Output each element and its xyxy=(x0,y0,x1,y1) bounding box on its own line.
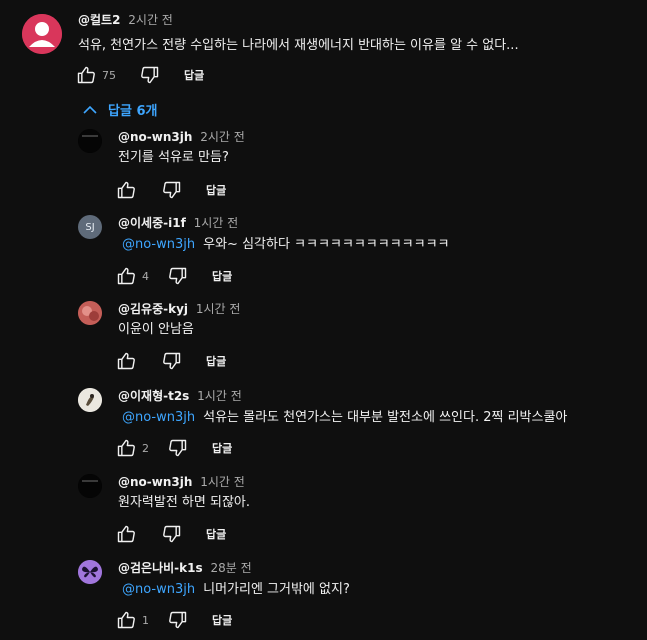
reply-button[interactable]: 답글 xyxy=(184,67,204,83)
avatar[interactable] xyxy=(78,129,102,153)
dislike-button[interactable] xyxy=(166,436,190,460)
reply-text: 석유는 몰라도 천연가스는 대부분 발전소에 쓰인다. 2찍 리박스쿨아 xyxy=(203,410,568,425)
like-button[interactable] xyxy=(114,436,138,460)
reply-actions: 1 답글 xyxy=(114,608,232,632)
reply-text-line: @no-wn3jh 니머가리엔 그거밖에 없지? xyxy=(122,581,350,599)
thumbs-up-icon xyxy=(117,611,135,629)
thumbs-down-icon xyxy=(169,611,187,629)
like-button[interactable] xyxy=(114,608,138,632)
butterfly-icon xyxy=(78,560,102,584)
timestamp[interactable]: 1시간 전 xyxy=(200,475,245,489)
timestamp[interactable]: 2시간 전 xyxy=(128,13,173,27)
comment-actions: 75 답글 xyxy=(74,63,204,87)
thumbs-down-icon xyxy=(163,352,181,370)
drawing-avatar-icon xyxy=(78,388,102,412)
reply-button[interactable]: 답글 xyxy=(212,440,232,456)
dislike-button[interactable] xyxy=(160,178,184,202)
dislike-button[interactable] xyxy=(138,63,162,87)
author-line: @이세중-i1f 1시간 전 xyxy=(118,215,238,231)
thumbs-up-icon xyxy=(77,66,95,84)
author-name[interactable]: @김유중-kyj xyxy=(118,302,188,316)
thumbs-up-icon xyxy=(117,525,135,543)
reply-text: 원자력발전 하면 되잖아. xyxy=(118,495,250,510)
photo-avatar-icon xyxy=(78,301,102,325)
thumbs-down-icon xyxy=(169,267,187,285)
like-button[interactable] xyxy=(74,63,98,87)
avatar[interactable] xyxy=(78,474,102,498)
like-button[interactable] xyxy=(114,522,138,546)
dark-avatar-icon xyxy=(78,474,102,498)
comment-thread: @컬트2 2시간 전 석유, 천연가스 전량 수입하는 나라에서 재생에너지 반… xyxy=(0,0,647,640)
comment-text: 석유, 천연가스 전량 수입하는 나라에서 재생에너지 반대하는 이유를 알 수… xyxy=(78,38,519,53)
author-name[interactable]: @검은나비-k1s xyxy=(118,561,203,575)
author-line: @no-wn3jh 2시간 전 xyxy=(118,129,245,145)
reply-button[interactable]: 답글 xyxy=(206,526,226,542)
like-button[interactable] xyxy=(114,349,138,373)
reply-actions: 답글 xyxy=(114,349,226,373)
avatar[interactable] xyxy=(78,301,102,325)
avatar[interactable] xyxy=(22,14,62,54)
reply-text: 니머가리엔 그거밖에 없지? xyxy=(203,582,350,597)
avatar[interactable] xyxy=(78,560,102,584)
reply-button[interactable]: 답글 xyxy=(206,182,226,198)
like-count: 1 xyxy=(142,613,149,627)
thumbs-up-icon xyxy=(117,439,135,457)
like-button[interactable] xyxy=(114,264,138,288)
reply-text: 전기를 석유로 만듬? xyxy=(118,150,229,165)
reply-button[interactable]: 답글 xyxy=(206,353,226,369)
avatar[interactable] xyxy=(78,388,102,412)
mention-link[interactable]: @no-wn3jh xyxy=(122,410,195,425)
reply-text-line: @no-wn3jh 석유는 몰라도 천연가스는 대부분 발전소에 쓰인다. 2찍 … xyxy=(122,409,567,427)
dislike-button[interactable] xyxy=(160,522,184,546)
dislike-button[interactable] xyxy=(166,608,190,632)
user-silhouette-icon xyxy=(22,14,62,54)
like-count: 4 xyxy=(142,269,149,283)
reply-actions: 2 답글 xyxy=(114,436,232,460)
reply-button[interactable]: 답글 xyxy=(212,268,232,284)
author-name[interactable]: @컬트2 xyxy=(78,13,120,27)
reply-text: 이윤이 안남음 xyxy=(118,322,194,337)
timestamp[interactable]: 1시간 전 xyxy=(196,302,241,316)
reply-text: 우와~ 심각하다 ㅋㅋㅋㅋㅋㅋㅋㅋㅋㅋㅋㅋㅋ xyxy=(203,237,450,252)
dark-avatar-icon xyxy=(78,129,102,153)
avatar[interactable]: SJ xyxy=(78,215,102,239)
timestamp[interactable]: 1시간 전 xyxy=(197,389,242,403)
dislike-button[interactable] xyxy=(166,264,190,288)
reply-actions: 답글 xyxy=(114,522,226,546)
thumbs-down-icon xyxy=(163,525,181,543)
replies-toggle-button[interactable]: 답글 6개 xyxy=(82,100,157,119)
author-line: @김유중-kyj 1시간 전 xyxy=(118,301,240,317)
author-name[interactable]: @이세중-i1f xyxy=(118,216,186,230)
chevron-up-icon xyxy=(83,105,97,114)
thumbs-down-icon xyxy=(141,66,159,84)
author-line: @검은나비-k1s 28분 전 xyxy=(118,560,252,576)
reply-text-line: @no-wn3jh 우와~ 심각하다 ㅋㅋㅋㅋㅋㅋㅋㅋㅋㅋㅋㅋㅋ xyxy=(122,236,450,254)
like-count: 2 xyxy=(142,441,149,455)
mention-link[interactable]: @no-wn3jh xyxy=(122,237,195,252)
timestamp[interactable]: 28분 전 xyxy=(210,561,251,575)
replies-toggle-label: 답글 6개 xyxy=(108,104,158,119)
author-name[interactable]: @no-wn3jh xyxy=(118,130,192,144)
mention-link[interactable]: @no-wn3jh xyxy=(122,582,195,597)
author-line: @이재형-t2s 1시간 전 xyxy=(118,388,242,404)
author-name[interactable]: @이재형-t2s xyxy=(118,389,189,403)
reply-actions: 답글 xyxy=(114,178,226,202)
dislike-button[interactable] xyxy=(160,349,184,373)
thumbs-down-icon xyxy=(169,439,187,457)
author-name[interactable]: @no-wn3jh xyxy=(118,475,192,489)
like-button[interactable] xyxy=(114,178,138,202)
like-count: 75 xyxy=(102,68,116,82)
thumbs-up-icon xyxy=(117,352,135,370)
timestamp[interactable]: 1시간 전 xyxy=(194,216,239,230)
thumbs-up-icon xyxy=(117,267,135,285)
thumbs-up-icon xyxy=(117,181,135,199)
reply-actions: 4 답글 xyxy=(114,264,232,288)
thumbs-down-icon xyxy=(163,181,181,199)
author-line: @컬트2 2시간 전 xyxy=(78,12,173,28)
avatar-initials: SJ xyxy=(85,221,95,233)
reply-button[interactable]: 답글 xyxy=(212,612,232,628)
timestamp[interactable]: 2시간 전 xyxy=(200,130,245,144)
author-line: @no-wn3jh 1시간 전 xyxy=(118,474,245,490)
